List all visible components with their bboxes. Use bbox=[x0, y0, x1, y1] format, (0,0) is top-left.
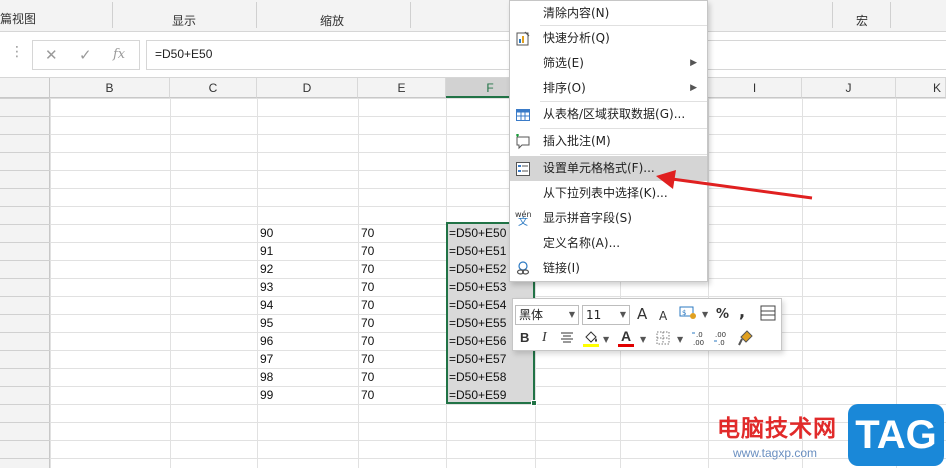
watermark-site-name: 电脑技术网 bbox=[717, 416, 837, 442]
watermark-tag-logo: TAG bbox=[848, 404, 944, 466]
excel-window: 篇视图 显示 缩放 宏 ⋮ ✕ ✓ fx =D50+E50 B C D E F … bbox=[0, 0, 946, 468]
watermark-url: www.tagxp.com bbox=[733, 446, 818, 460]
annotation-arrow-icon bbox=[656, 170, 813, 200]
